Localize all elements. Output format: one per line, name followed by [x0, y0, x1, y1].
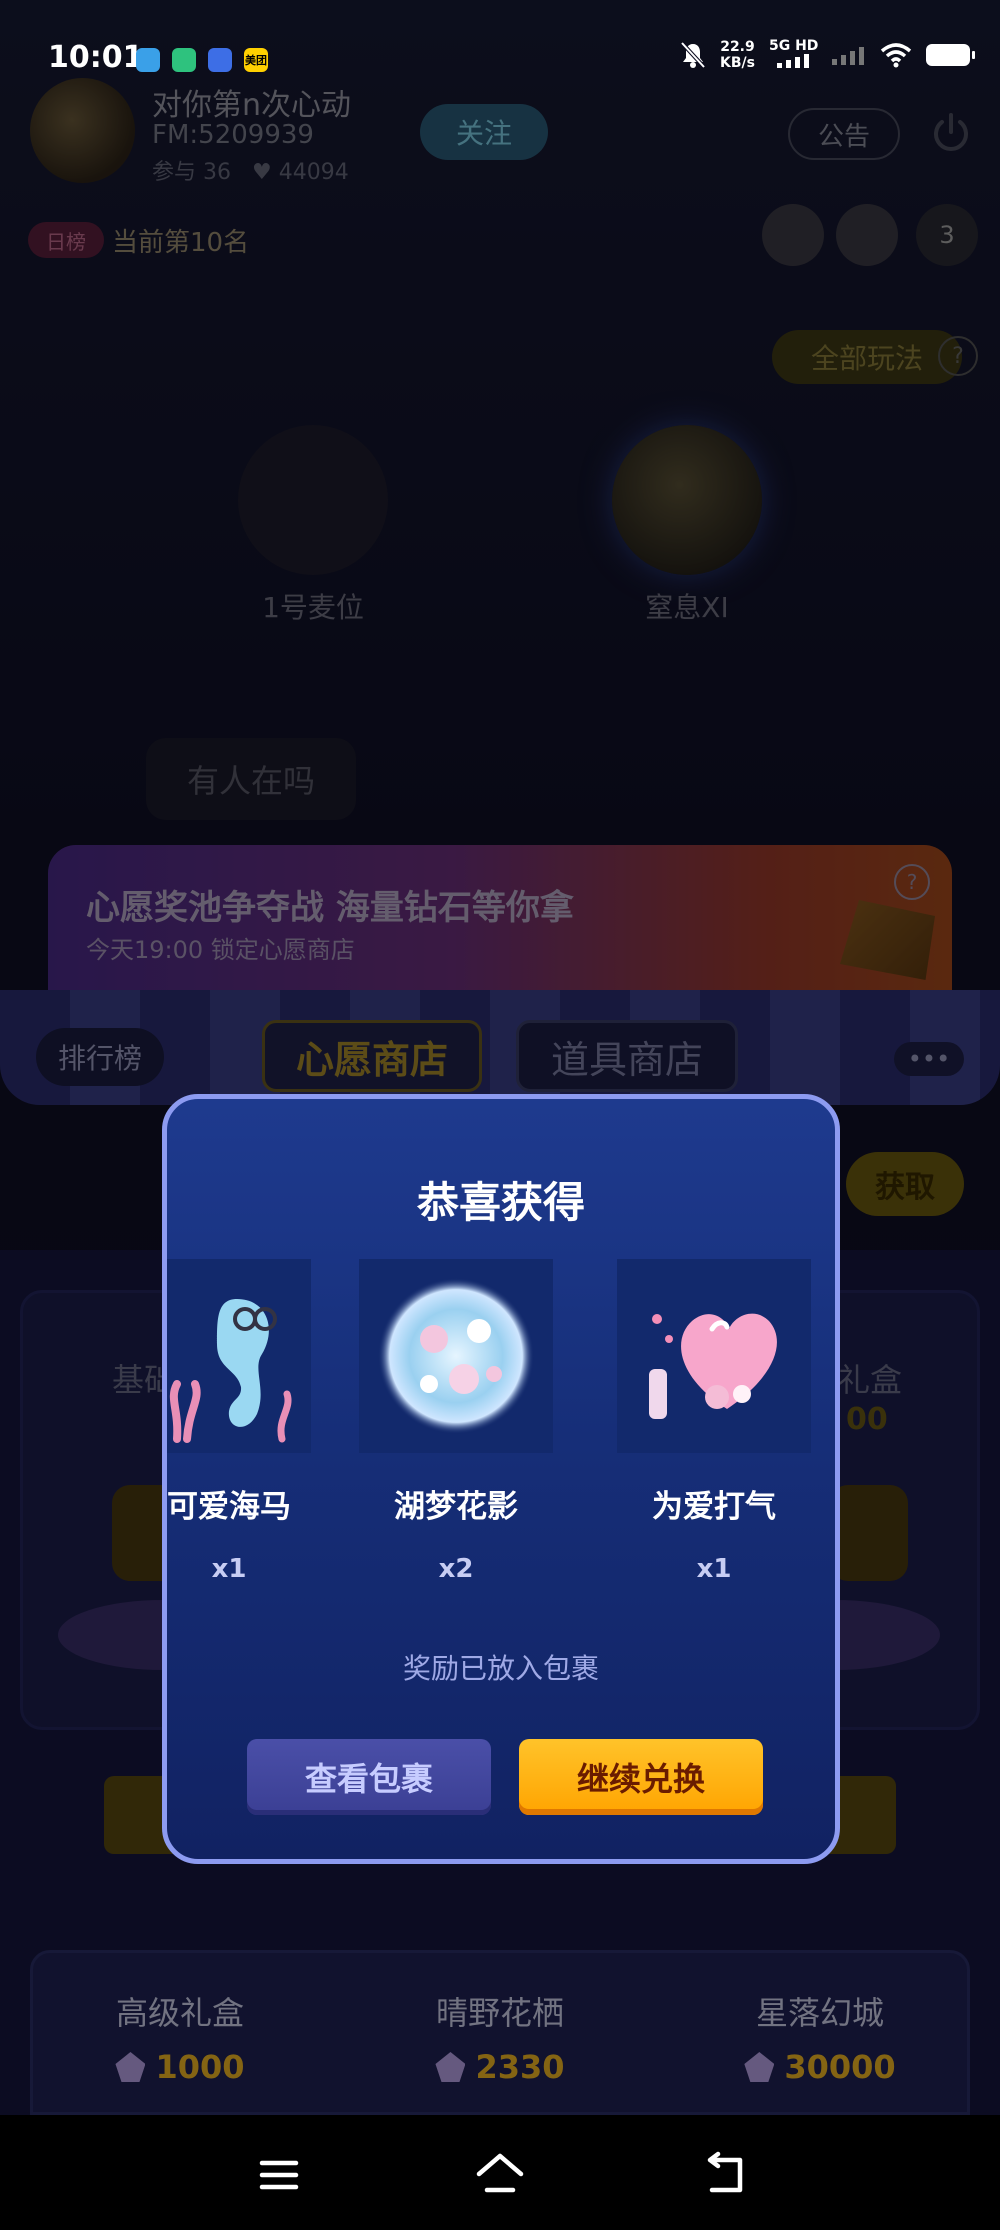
menu-icon[interactable]	[254, 2150, 304, 2200]
meituan-icon: 美团	[244, 48, 268, 72]
status-bar: 10:01 美团 22.9 KB/s 5G HD	[0, 0, 1000, 120]
speed-value: 22.9	[720, 39, 755, 55]
signal-bars-dim-icon	[832, 47, 865, 65]
reward-name: 湖梦花影	[394, 1489, 518, 1525]
heart-balloon-image	[617, 1259, 811, 1453]
reward-item: 可爱海马 x1	[167, 1259, 311, 1584]
battery-icon	[926, 44, 976, 66]
network-type: 5G HD	[768, 38, 819, 54]
reward-qty: x1	[696, 1554, 732, 1584]
reward-tip: 奖励已放入包裹	[402, 1652, 599, 1685]
view-backpack-button[interactable]: 查看包裹	[247, 1739, 491, 1815]
reward-name: 可爱海马	[167, 1489, 291, 1525]
status-icons: 22.9 KB/s 5G HD	[680, 38, 976, 72]
flower-orb-image	[359, 1259, 553, 1453]
signal-bars-icon	[776, 54, 809, 68]
clock: 10:01	[48, 40, 144, 75]
mute-bell-icon	[680, 41, 706, 69]
seahorse-image	[167, 1259, 311, 1453]
reward-modal: 恭喜获得 可爱海马 x1 湖梦花影 x2 为爱打气 x1 奖励已放入包裹 查看包…	[162, 1094, 840, 1864]
continue-exchange-button[interactable]: 继续兑换	[519, 1739, 763, 1815]
reward-name: 为爱打气	[652, 1489, 776, 1525]
reward-list: 可爱海马 x1 湖梦花影 x2 为爱打气 x1	[167, 1259, 835, 1599]
home-icon[interactable]	[475, 2150, 525, 2200]
reward-item: 湖梦花影 x2	[359, 1259, 553, 1584]
modal-title: 恭喜获得	[416, 1178, 585, 1227]
app-icon-green	[172, 48, 196, 72]
app-icon-blue	[136, 48, 160, 72]
baidu-icon	[208, 48, 232, 72]
signal-5g: 5G HD	[769, 38, 818, 72]
reward-qty: x1	[211, 1554, 247, 1584]
reward-item: 为爱打气 x1	[617, 1259, 811, 1584]
net-speed: 22.9 KB/s	[720, 39, 755, 71]
speed-unit: KB/s	[720, 55, 755, 71]
back-icon[interactable]	[700, 2150, 750, 2200]
wifi-icon	[881, 43, 912, 68]
reward-qty: x2	[438, 1554, 474, 1584]
